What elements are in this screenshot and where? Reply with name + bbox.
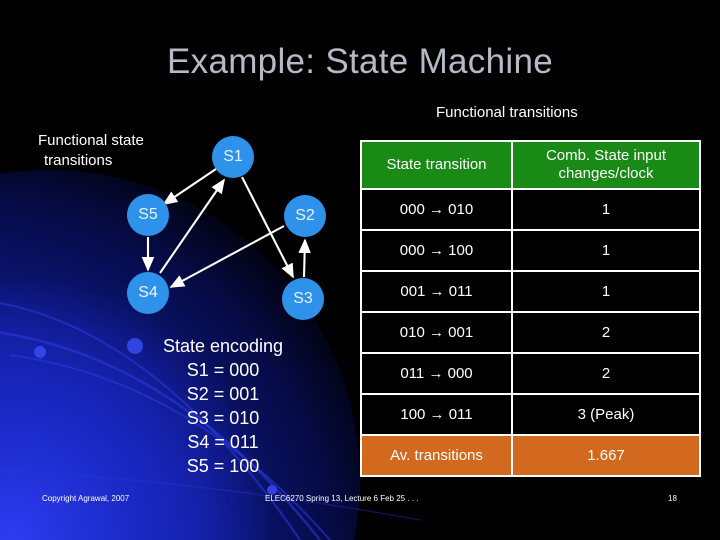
- state-encoding-line-s2: S2 = 001: [186, 384, 260, 404]
- state-encoding-line-s1: S1 = 000: [186, 360, 260, 380]
- slide-canvas: Example: State Machine Functional transi…: [0, 0, 720, 540]
- edge-s4-s1: [159, 178, 225, 274]
- table-header-row: State transition Comb. State input chang…: [362, 142, 699, 188]
- table-row: 001 → 011 1: [362, 272, 699, 311]
- state-node-s4-label: S4: [138, 284, 158, 301]
- state-node-s3-label: S3: [293, 290, 313, 307]
- state-encoding-line-s5: S5 = 100: [186, 456, 260, 476]
- column-header-line1: Comb. State input: [545, 147, 667, 164]
- state-node-s1[interactable]: S1: [212, 136, 254, 178]
- state-transition-table: State transition Comb. State input chang…: [360, 140, 701, 477]
- cell-average-transitions-label: Av. transitions: [362, 436, 511, 475]
- table-row: 000 → 100 1: [362, 231, 699, 270]
- cell-changes: 2: [513, 313, 699, 352]
- state-node-s5-label: S5: [138, 206, 158, 223]
- cell-transition: 000 → 010: [362, 190, 511, 229]
- state-node-s5[interactable]: S5: [127, 194, 169, 236]
- state-encoding-line-s3: S3 = 010: [186, 408, 260, 428]
- state-encoding-block: State encoding S1 = 000 S2 = 001 S3 = 01…: [118, 334, 328, 478]
- state-node-s2[interactable]: S2: [284, 195, 326, 237]
- table-row: 000 → 010 1: [362, 190, 699, 229]
- state-encoding-heading: State encoding: [162, 336, 284, 356]
- cell-changes: 1: [513, 190, 699, 229]
- edge-s3-s2: [298, 238, 311, 278]
- edge-s1-s3: [241, 176, 294, 279]
- footer-copyright: Copyright Agrawal, 2007: [42, 494, 130, 503]
- cell-changes: 3 (Peak): [513, 395, 699, 434]
- table-row: 100 → 011 3 (Peak): [362, 395, 699, 434]
- cell-transition: 100 → 011: [362, 395, 511, 434]
- state-node-s4[interactable]: S4: [127, 272, 169, 314]
- label-functional-transitions: Functional transitions: [436, 104, 578, 121]
- table-row: 010 → 001 2: [362, 313, 699, 352]
- state-node-s1-label: S1: [223, 148, 243, 165]
- cell-changes: 1: [513, 231, 699, 270]
- column-header-comb-state-input-changes: Comb. State input changes/clock: [513, 142, 699, 188]
- cell-average-transitions-value: 1.667: [513, 436, 699, 475]
- state-machine-diagram: S1 S5 S2 S4 S3: [0, 0, 360, 340]
- footer-course-info: ELEC6270 Spring 13, Lecture 6 Feb 25 . .…: [265, 494, 419, 503]
- state-node-s2-label: S2: [295, 207, 315, 224]
- state-node-s3[interactable]: S3: [282, 278, 324, 320]
- cell-changes: 1: [513, 272, 699, 311]
- cell-transition: 001 → 011: [362, 272, 511, 311]
- table-row: 011 → 000 2: [362, 354, 699, 393]
- footer-page-number: 18: [668, 494, 677, 503]
- cell-transition: 010 → 001: [362, 313, 511, 352]
- edge-s1-s5: [162, 168, 217, 205]
- column-header-state-transition: State transition: [362, 142, 511, 188]
- cell-transition: 011 → 000: [362, 354, 511, 393]
- column-header-line2: changes/clock: [558, 165, 654, 182]
- edge-s2-s4: [169, 225, 285, 288]
- cell-changes: 2: [513, 354, 699, 393]
- cell-transition: 000 → 100: [362, 231, 511, 270]
- table-summary-row: Av. transitions 1.667: [362, 436, 699, 475]
- state-encoding-line-s4: S4 = 011: [187, 432, 259, 452]
